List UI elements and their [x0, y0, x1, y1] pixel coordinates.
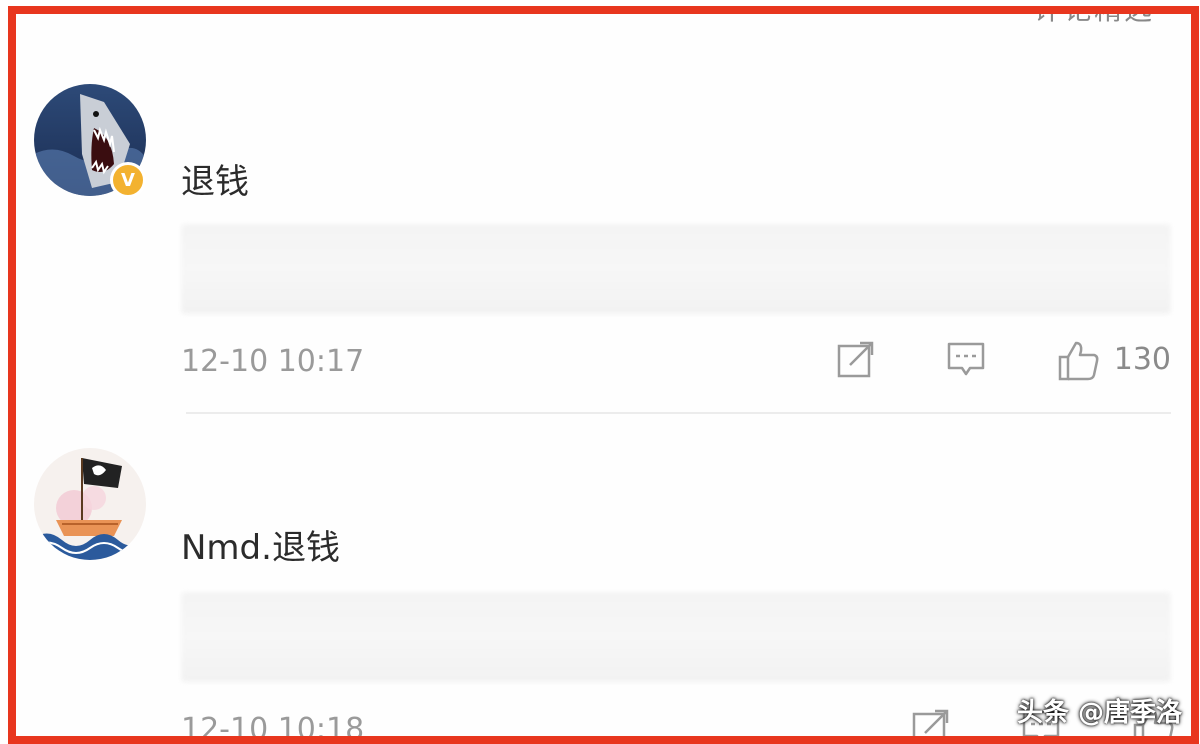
- divider: [186, 412, 1171, 414]
- like-button[interactable]: 130: [1056, 339, 1171, 379]
- comment-actions: 130: [836, 339, 1171, 379]
- like-count: 130: [1114, 342, 1171, 377]
- highlight-frame: 评论精选 V 退钱 12-10 10:17: [8, 6, 1199, 744]
- comment-text: Nmd.退钱: [181, 520, 340, 569]
- watermark: 头条 @唐季洛: [1017, 692, 1182, 729]
- comment-timestamp: 12-10 10:18: [181, 712, 364, 744]
- pirate-boat-avatar-icon: [34, 448, 146, 560]
- verified-badge: V: [110, 162, 146, 198]
- share-icon[interactable]: [836, 339, 876, 379]
- share-icon[interactable]: [911, 707, 951, 744]
- blurred-content: [181, 224, 1171, 314]
- avatar[interactable]: [34, 448, 146, 560]
- blurred-content: [181, 592, 1171, 682]
- comment-timestamp: 12-10 10:17: [181, 344, 364, 379]
- comment-icon[interactable]: [946, 339, 986, 379]
- thumbs-up-icon: [1056, 339, 1096, 379]
- top-partial-text: 评论精选: [1034, 6, 1154, 28]
- comment-text: 退钱: [181, 154, 249, 203]
